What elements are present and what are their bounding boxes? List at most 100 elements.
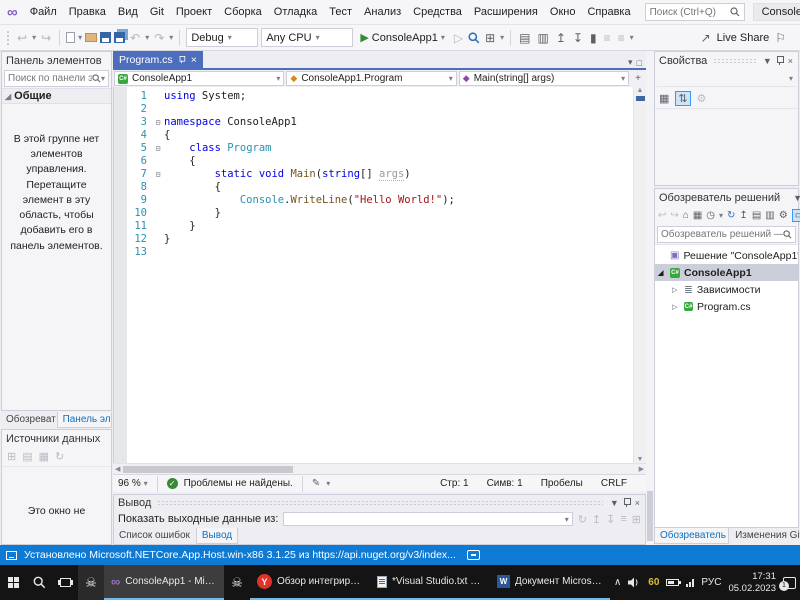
find-in-files-icon[interactable] [468, 31, 480, 44]
taskbar-task-visual-studio[interactable]: ∞ ConsoleApp1 - Mic... [104, 565, 224, 600]
toolbox-title-bar[interactable]: Панель элементов ▼ × [2, 52, 139, 69]
tab-output[interactable]: Вывод [195, 528, 239, 544]
menu-project[interactable]: Проект [170, 3, 218, 21]
uncomment-icon[interactable]: ▥ [536, 32, 551, 44]
navigate-back-icon[interactable]: ↩ [15, 32, 29, 44]
toolbar-grip[interactable] [6, 29, 10, 46]
edit-dataset-icon[interactable]: ▤ [22, 450, 32, 463]
type-dropdown[interactable]: ◆ ConsoleApp1.Program ▾ [286, 71, 457, 86]
refresh-icon[interactable]: ↻ [55, 450, 64, 463]
menu-analyze[interactable]: Анализ [358, 3, 407, 21]
split-window-icon[interactable]: + [631, 73, 645, 84]
output-source-dropdown[interactable]: ▾ [283, 512, 573, 527]
save-all-icon[interactable] [114, 32, 126, 43]
navigate-forward-icon[interactable]: ↪ [39, 32, 53, 44]
forward-icon[interactable]: ↪ [670, 210, 678, 221]
menu-help[interactable]: Справка [581, 3, 636, 21]
collapse-all-icon[interactable]: ↥ [739, 210, 747, 221]
quick-search-input[interactable] [649, 6, 730, 18]
toolbox-search-input[interactable] [8, 73, 92, 84]
taskbar-task-word[interactable]: W Документ Microso... [490, 565, 610, 600]
battery-icon[interactable] [666, 579, 682, 586]
live-share-button[interactable]: ↗ Live Share ⚐ [699, 32, 796, 44]
solution-platform-dropdown[interactable]: Any CPU ▾ [261, 28, 354, 47]
tab-error-list[interactable]: Список ошибок [114, 528, 195, 544]
chevron-down-icon[interactable]: ▾ [630, 33, 634, 42]
solution-search-box[interactable] [657, 226, 796, 243]
property-pages-icon[interactable]: ⚙ [697, 92, 707, 105]
outdent-icon[interactable]: ↧ [571, 32, 585, 44]
comment-out-icon[interactable]: ▤ [517, 32, 532, 44]
navigate-back-dropdown-icon[interactable]: ▾ [32, 33, 36, 42]
toolbox-search-box[interactable]: ▾ [4, 70, 109, 87]
switch-views-icon[interactable]: ▦ [693, 210, 702, 221]
goto-prev-message-icon[interactable]: ↥ [592, 513, 601, 526]
start-without-debugging-icon[interactable]: ▷ [452, 32, 465, 44]
properties-object-dropdown[interactable]: ▾ [657, 71, 796, 87]
menu-view[interactable]: Вид [112, 3, 144, 21]
menu-file[interactable]: Файл [24, 3, 63, 21]
wrench-icon[interactable]: ⚙ [779, 210, 788, 221]
new-file-icon[interactable] [66, 32, 76, 43]
solution-explorer-title-bar[interactable]: Обозреватель решений ▼ × [655, 189, 800, 206]
active-files-dropdown-icon[interactable]: ▾ [628, 57, 633, 68]
bookmark-next-icon[interactable]: ≡ [616, 32, 627, 44]
taskbar-app-skull-2[interactable]: ☠ [224, 565, 250, 600]
project-name-badge[interactable]: ConsoleApp1 [752, 3, 800, 21]
spaces-indicator[interactable]: Пробелы [541, 478, 583, 489]
pending-changes-filter-icon[interactable]: ◷ [706, 210, 715, 221]
start-button[interactable] [0, 565, 26, 600]
menu-extensions[interactable]: Расширения [468, 3, 544, 21]
new-file-dropdown-icon[interactable]: ▾ [78, 33, 82, 42]
home-icon[interactable]: ⌂ [683, 210, 689, 221]
feedback-icon[interactable]: ⚐ [773, 32, 788, 44]
toolbox-section-general[interactable]: ◢ Общие [2, 88, 111, 104]
open-file-icon[interactable] [85, 33, 98, 42]
problems-status[interactable]: Проблемы не найдены. [184, 478, 293, 489]
goto-next-message-icon[interactable]: ↧ [606, 513, 615, 526]
solution-configuration-dropdown[interactable]: Debug ▾ [186, 28, 259, 47]
chevron-down-icon[interactable]: ▾ [326, 479, 330, 488]
redo-dropdown-icon[interactable]: ▾ [169, 33, 173, 42]
start-debugging-button[interactable]: ▶ ConsoleApp1 ▾ [356, 31, 449, 45]
nuget-notification-icon[interactable] [466, 550, 480, 560]
action-center-icon[interactable]: 1 [779, 576, 796, 591]
tree-row-project[interactable]: ◢ C# ConsoleApp1 [655, 264, 798, 281]
task-view-button[interactable] [52, 565, 78, 600]
code-editor[interactable]: 1 using System; 2 3 ⊟ namespace ConsoleApp1 4{… [113, 87, 646, 463]
status-message[interactable]: Установлено Microsoft.NETCore.App.Host.w… [24, 549, 456, 561]
zoom-level-dropdown[interactable]: 96 % ▾ [118, 478, 148, 489]
show-all-files-icon[interactable]: ▭ [791, 209, 800, 222]
tree-row-dependencies[interactable]: ▷ ≣ Зависимости [655, 281, 798, 298]
network-icon[interactable] [686, 578, 695, 587]
save-icon[interactable] [100, 32, 112, 43]
indent-icon[interactable]: ↥ [554, 32, 568, 44]
clear-all-icon[interactable]: ≡ [620, 513, 626, 526]
close-icon[interactable]: × [634, 498, 641, 508]
tree-row-program-cs[interactable]: ▷ C# Program.cs [655, 298, 798, 315]
member-dropdown[interactable]: ◆ Main(string[] args) ▾ [458, 71, 630, 86]
chevron-down-icon[interactable]: ▾ [101, 74, 105, 83]
alphabetical-icon[interactable]: ⇅ [675, 91, 691, 106]
bookmark-prev-icon[interactable]: ≡ [602, 32, 613, 44]
tab-solution-explorer[interactable]: Обозреватель реше... [654, 528, 730, 544]
undo-dropdown-icon[interactable]: ▾ [145, 33, 149, 42]
window-position-icon[interactable]: ▼ [609, 498, 620, 508]
tree-row-solution[interactable]: ▣ Решение "ConsoleApp1" (проекты: 1 из 1… [655, 247, 798, 264]
close-tab-icon[interactable]: × [191, 54, 197, 66]
preview-selected-icon[interactable]: ▥ [765, 210, 774, 221]
pin-tab-icon[interactable] [178, 55, 185, 64]
menu-git[interactable]: Git [144, 3, 170, 21]
taskbar-task-yandex[interactable]: Y Обзор интегриров... [250, 565, 370, 600]
close-icon[interactable]: × [787, 56, 794, 66]
volume-icon[interactable] [628, 577, 641, 588]
clock[interactable]: 17:31 05.02.2023 [728, 571, 776, 595]
properties-title-bar[interactable]: Свойства ▼ × [655, 52, 798, 69]
line-indicator[interactable]: Стр: 1 [440, 478, 468, 489]
redo-icon[interactable]: ↷ [152, 32, 166, 44]
tab-server-explorer[interactable]: Обозревате... [1, 412, 56, 428]
scroll-up-icon[interactable]: ▲ [637, 87, 644, 94]
scrollbar-thumb[interactable] [123, 465, 294, 473]
chevron-down-icon[interactable]: ▾ [719, 211, 723, 220]
menu-debug[interactable]: Отладка [268, 3, 323, 21]
